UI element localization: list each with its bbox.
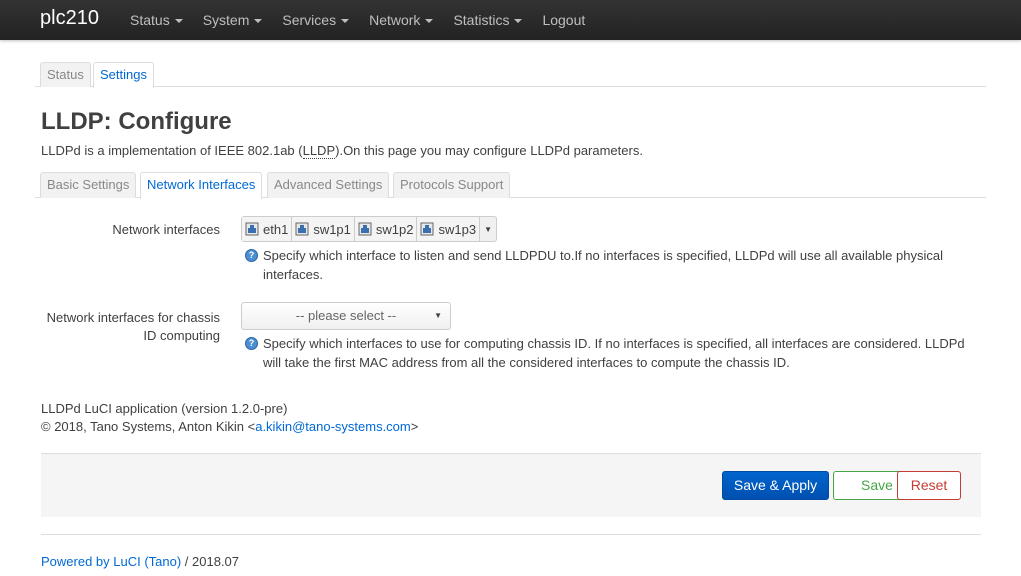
menu-status-label: Status [130, 12, 170, 28]
menu-network[interactable]: Network [359, 0, 443, 40]
chevron-down-icon [514, 19, 523, 24]
desc-text-post: ).On this page you may configure LLDPd p… [335, 143, 643, 158]
copyright-text: © 2018, Tano Systems, Anton Kikin < [41, 419, 256, 434]
interface-chip-label: sw1p3 [438, 221, 477, 237]
chassis-interfaces-help: ? Specify which interfaces to use for co… [245, 334, 985, 372]
dropdown-caret-icon: ▼ [434, 311, 442, 320]
tab-network-interfaces[interactable]: Network Interfaces [140, 172, 263, 199]
network-interfaces-multiselect[interactable]: eth1 sw1p1 sw1p2 sw1p3 ▼ [241, 216, 498, 242]
menu-system[interactable]: System [193, 0, 273, 40]
ethernet-port-icon [295, 222, 309, 236]
desc-text-pre: LLDPd is a implementation of IEEE 802.1a… [41, 143, 303, 158]
chassis-interfaces-select[interactable]: -- please select -- ▼ [241, 302, 451, 330]
main-menu: Status System Services Network Statistic… [120, 0, 595, 40]
info-icon: ? [245, 337, 258, 350]
top-tabs: Status Settings [35, 62, 986, 88]
interface-chip: sw1p2 [354, 217, 418, 241]
form-actions: Save & Apply Save Reset [41, 453, 981, 517]
chassis-interfaces-help-text: Specify which interfaces to use for comp… [263, 336, 965, 370]
app-info: LLDPd LuCI application (version 1.2.0-pr… [41, 400, 418, 436]
tab-basic-settings[interactable]: Basic Settings [40, 172, 137, 198]
network-interfaces-help: ? Specify which interface to listen and … [245, 246, 965, 284]
tab-protocols-support[interactable]: Protocols Support [393, 172, 511, 198]
chassis-interfaces-label: Network interfaces for chassis ID comput… [20, 309, 220, 345]
network-interfaces-help-text: Specify which interface to listen and se… [263, 248, 943, 282]
powered-by: Powered by LuCI (Tano) / 2018.07 [41, 554, 239, 569]
interface-chip-label: eth1 [263, 221, 289, 237]
interface-chip-label: sw1p2 [375, 221, 414, 237]
page-description: LLDPd is a implementation of IEEE 802.1a… [41, 143, 643, 159]
menu-system-label: System [202, 12, 250, 28]
luci-link[interactable]: Powered by LuCI (Tano) [41, 554, 181, 569]
chevron-down-icon [341, 19, 350, 24]
luci-version: / 2018.07 [181, 554, 240, 569]
footer-divider [41, 534, 981, 535]
top-navbar: plc210 Status System Services Network St… [0, 0, 1021, 40]
menu-status[interactable]: Status [120, 0, 193, 40]
menu-services[interactable]: Services [272, 0, 359, 40]
app-version-line: LLDPd LuCI application (version 1.2.0-pr… [41, 401, 288, 416]
menu-services-label: Services [282, 12, 337, 28]
tab-settings[interactable]: Settings [93, 62, 154, 88]
chassis-label-line1: Network interfaces for chassis [46, 310, 220, 325]
copyright-line: © 2018, Tano Systems, Anton Kikin <a.kik… [41, 418, 418, 436]
menu-statistics[interactable]: Statistics [443, 0, 532, 40]
chevron-down-icon [254, 19, 263, 24]
chassis-label-line2: ID computing [143, 328, 220, 343]
interface-chip: eth1 [242, 217, 293, 241]
interface-chip: sw1p1 [292, 217, 355, 241]
interface-chip-label: sw1p1 [313, 221, 351, 237]
dropdown-caret-icon[interactable]: ▼ [480, 217, 496, 241]
author-email-link[interactable]: a.kikin@tano-systems.com [255, 419, 411, 434]
menu-statistics-label: Statistics [453, 12, 510, 28]
page-title: LLDP: Configure [41, 108, 232, 135]
brand-link[interactable]: plc210 [40, 7, 99, 30]
chevron-down-icon [174, 19, 183, 24]
info-icon: ? [245, 249, 258, 262]
section-tabs: Basic Settings Network Interfaces Advanc… [35, 172, 986, 199]
chevron-down-icon [425, 19, 434, 24]
ethernet-port-icon [420, 222, 434, 236]
save-apply-button[interactable]: Save & Apply [722, 471, 829, 500]
menu-logout[interactable]: Logout [532, 0, 595, 40]
reset-button[interactable]: Reset [897, 471, 961, 500]
ethernet-port-icon [245, 222, 259, 236]
chassis-select-placeholder: -- please select -- [295, 308, 397, 323]
desc-abbr: LLDP [302, 143, 336, 159]
copyright-close: > [410, 419, 419, 434]
network-interfaces-label: Network interfaces [112, 222, 220, 237]
menu-network-label: Network [369, 12, 421, 28]
tab-status[interactable]: Status [40, 62, 91, 87]
interface-chip: sw1p3 [417, 217, 481, 241]
tab-advanced-settings[interactable]: Advanced Settings [267, 172, 390, 198]
ethernet-port-icon [358, 222, 372, 236]
